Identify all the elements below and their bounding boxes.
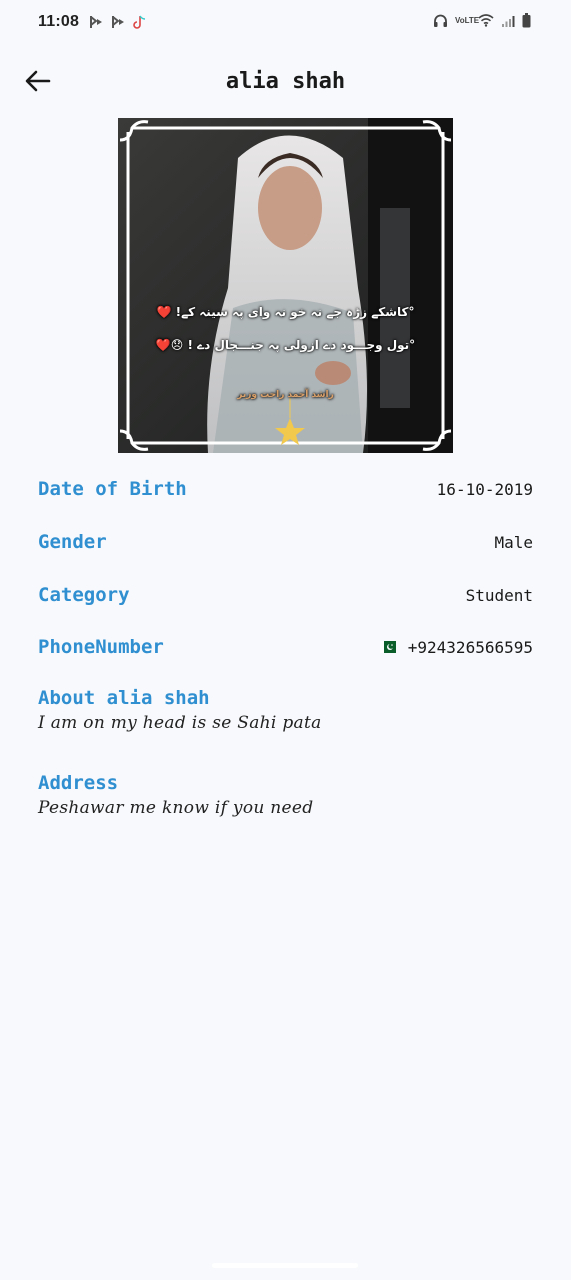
gender-value: Male: [494, 532, 533, 552]
dob-value: 16-10-2019: [436, 479, 533, 499]
wifi-icon: [478, 14, 494, 27]
dob-label: Date of Birth: [38, 478, 187, 500]
category-row: Category Student: [38, 584, 533, 606]
app-bar: alia shah: [0, 56, 571, 106]
address-text: Peshawar me know if you need: [38, 798, 314, 818]
gender-label: Gender: [38, 531, 107, 553]
about-label: About alia shah: [38, 687, 210, 709]
address-label: Address: [38, 772, 119, 794]
app-notification-icon: [90, 16, 103, 28]
photo-caption-line1: °کاشکے زڑہ جے نہ خو نہ وای پہ سینہ کے! ❤…: [156, 305, 415, 319]
tiktok-icon: [133, 15, 146, 29]
home-indicator[interactable]: [212, 1263, 358, 1268]
photo-artwork: [118, 118, 453, 453]
headphones-icon: [434, 14, 447, 27]
photo-caption-line2: °تول وجـــود دے ازولی پہ جنـــجال دے ! 😞…: [155, 338, 416, 352]
arrow-left-icon: [25, 70, 51, 92]
gender-row: Gender Male: [38, 531, 533, 553]
battery-icon: [522, 13, 531, 28]
signal-icon: [502, 15, 515, 27]
profile-photo: °کاشکے زڑہ جے نہ خو نہ وای پہ سینہ کے! ❤…: [118, 118, 453, 453]
about-text: I am on my head is se Sahi pata: [38, 713, 322, 733]
volte-icon: VoLTE: [455, 15, 480, 25]
pakistan-flag-icon: [379, 641, 396, 653]
category-value: Student: [465, 585, 533, 605]
phone-label: PhoneNumber: [38, 636, 164, 658]
phone-row: PhoneNumber +924326566595: [38, 636, 533, 658]
category-label: Category: [38, 584, 130, 606]
status-right-icons: VoLTE: [433, 13, 531, 28]
about-section: About alia shah I am on my head is se Sa…: [38, 687, 533, 733]
dob-row: Date of Birth 16-10-2019: [38, 478, 533, 500]
app-notification-icon: [112, 16, 125, 28]
status-time: 11:08: [38, 13, 80, 30]
address-section: Address Peshawar me know if you need: [38, 772, 533, 818]
photo-signature: راشد آحمد راحت وزیر: [237, 390, 334, 400]
page-title: alia shah: [225, 68, 346, 94]
phone-value: +924326566595: [407, 637, 533, 657]
status-bar: 11:08 VoLTE: [0, 0, 571, 44]
status-left-icons: [89, 15, 147, 30]
phone-value-wrap[interactable]: +924326566595: [379, 637, 533, 657]
back-button[interactable]: [22, 65, 54, 97]
